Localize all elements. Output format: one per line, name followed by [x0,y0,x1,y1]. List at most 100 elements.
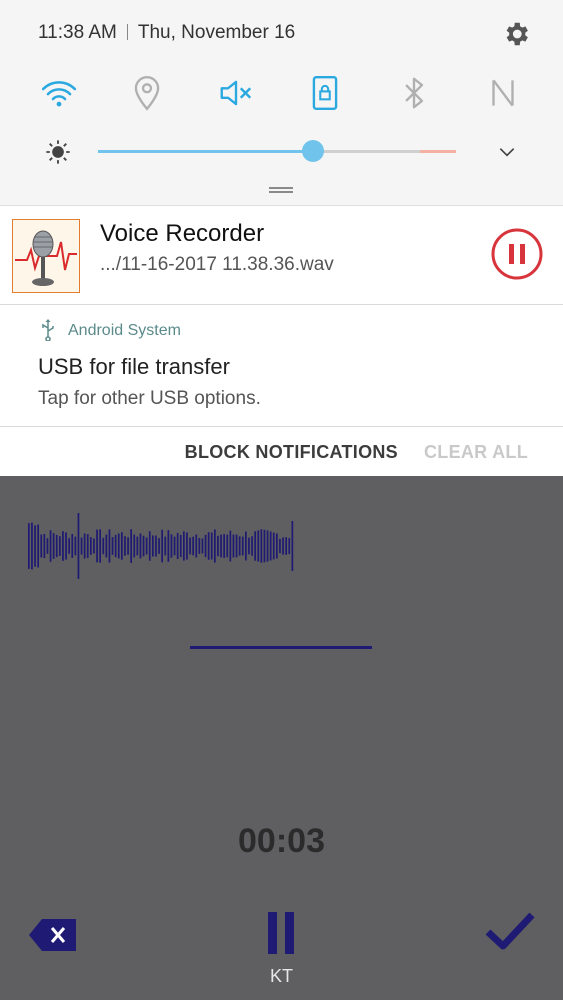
waveform-bar [229,530,232,562]
clear-all-button[interactable]: CLEAR ALL [424,442,528,463]
pause-recording-icon[interactable] [491,228,543,280]
waveform-bar [266,530,269,562]
waveform-bar [99,529,101,563]
location-icon[interactable] [128,74,166,112]
waveform-bar [105,534,108,558]
waveform-bar [223,534,225,558]
waveform-bar [291,521,294,571]
waveform-bar [210,532,213,560]
nfc-icon[interactable] [484,74,522,112]
checkmark-icon[interactable] [485,910,535,952]
progress-line [190,646,372,649]
waveform-bar [173,536,176,556]
waveform-bar [226,534,229,558]
waveform-bar [46,538,49,554]
waveform-bar [195,534,198,558]
format-label: KT [269,966,293,986]
notification-actions: BLOCK NOTIFICATIONS CLEAR ALL [0,427,563,476]
wifi-icon[interactable] [40,74,78,112]
mute-icon[interactable] [217,74,255,112]
waveform-bar [65,532,67,560]
notification-usb[interactable]: Android System USB for file transfer Tap… [0,305,563,427]
waveform-bar [49,530,52,562]
waveform-bar [204,534,207,558]
screen-lock-icon[interactable] [306,74,344,112]
chevron-down-icon[interactable] [497,142,517,162]
block-notifications-button[interactable]: BLOCK NOTIFICATIONS [185,442,398,463]
waveform-bar [34,525,36,567]
waveform-bar [96,529,98,563]
delete-icon[interactable] [28,917,78,953]
pause-icon[interactable] [268,912,294,954]
notification-subtitle: Tap for other USB options. [38,388,261,409]
waveform-bar [192,536,194,556]
waveform-bar [74,536,77,556]
waveform-bar [186,532,188,560]
waveform-bar [43,533,46,559]
quick-settings-panel: 11:38 AM Thu, November 16 [0,0,563,206]
waveform-bar [232,534,235,558]
waveform-bar [201,538,204,554]
date: Thu, November 16 [137,22,296,43]
waveform-bar [77,513,80,579]
notification-file: .../11-16-2017 11.38.36.wav [100,254,334,275]
divider [126,24,128,40]
waveform-bar [276,533,278,559]
waveform-bar [164,536,167,556]
waveform-bar [86,534,89,558]
waveform-bar [288,537,291,555]
waveform-bar [285,537,287,555]
waveform-bar [136,536,139,556]
bluetooth-icon[interactable] [395,74,433,112]
waveform-bar [133,534,136,558]
waveform-bar [251,536,253,556]
brightness-icon [46,140,70,164]
waveform-bar [152,535,154,557]
waveform-bar [161,529,163,563]
waveform-bar [145,537,148,555]
waveform-bar [183,531,185,561]
waveform-bar [111,537,114,555]
waveform-bar [117,533,120,559]
waveform-bar [59,536,61,556]
brightness-fill [98,150,313,153]
waveform-bar [257,530,260,562]
waveform-bar [121,532,123,560]
waveform-bar [90,537,92,555]
waveform-bar [93,538,95,554]
brightness-thumb[interactable] [301,140,324,162]
waveform-bar [71,534,74,558]
waveform-bar [207,532,210,560]
waveform-bar [245,531,247,561]
status-line: 11:38 AM Thu, November 16 [38,22,295,44]
waveform-bar [114,534,117,558]
settings-gear-icon[interactable] [501,19,531,49]
waveform [28,513,294,579]
voice-recorder-app-icon [12,219,80,293]
microphone-icon [15,230,77,286]
waveform-bar [260,529,263,563]
waveform-bar [279,538,281,554]
waveform-bar [167,530,170,562]
waveform-bar [127,537,129,555]
notification-voice-recorder[interactable]: Voice Recorder .../11-16-2017 11.38.36.w… [0,206,563,305]
waveform-bar [108,529,111,563]
brightness-slider[interactable] [98,150,456,153]
waveform-bar [52,533,55,559]
waveform-bar [272,532,275,560]
waveform-bar [198,538,201,554]
waveform-bar [263,529,266,563]
waveform-bar [248,537,250,555]
waveform-bar [62,531,64,561]
waveform-bar [83,533,86,559]
waveform-bar [31,522,33,570]
drag-handle[interactable] [269,187,293,193]
waveform-bar [102,537,105,555]
brightness-row [0,132,563,172]
notification-title: Voice Recorder [100,220,265,247]
waveform-bar [170,534,173,558]
clock: 11:38 AM [38,22,117,43]
waveform-bar [158,538,160,554]
waveform-bar [269,531,272,561]
waveform-bar [238,536,241,556]
